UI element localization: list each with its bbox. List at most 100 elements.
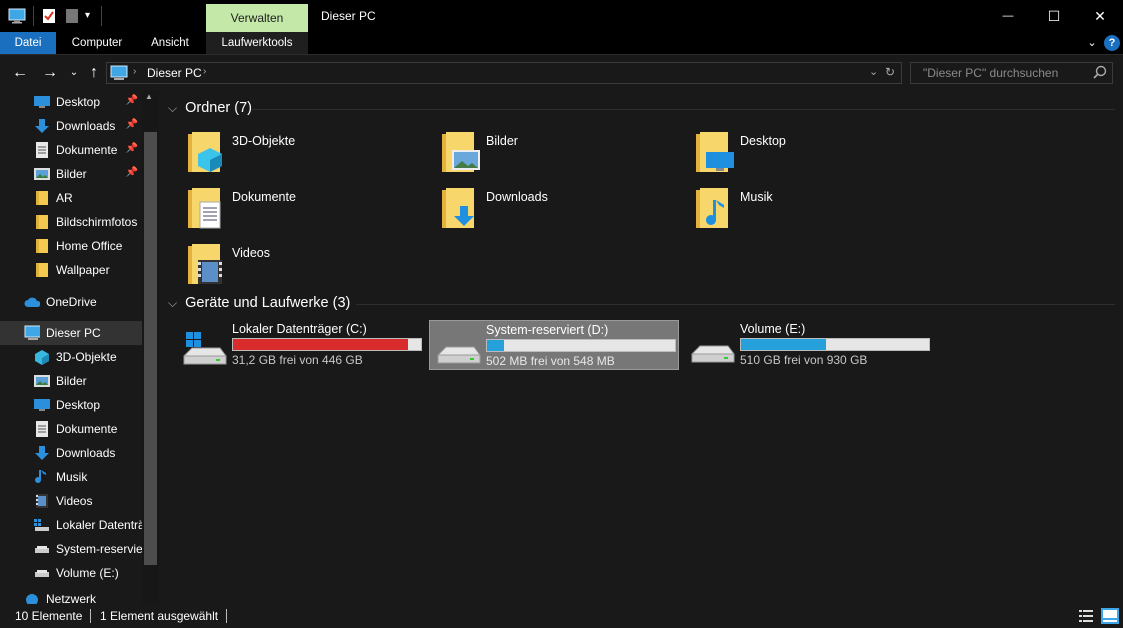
drive-e[interactable]: Volume (E:) 510 GB frei von 930 GB [684, 320, 934, 370]
tab-datei[interactable]: Datei [0, 32, 56, 54]
sidebar-item-drive-e[interactable]: Volume (E:) [0, 561, 142, 585]
breadcrumb-item[interactable]: Dieser PC [147, 66, 202, 80]
sidebar-item-label: Videos [56, 494, 93, 508]
sidebar-item-bildschirmfotos[interactable]: Bildschirmfotos [0, 210, 142, 234]
sidebar-item-label: Bilder [56, 374, 87, 388]
customize-quick-access-icon[interactable]: ▾ [85, 10, 90, 26]
breadcrumb-chevron-icon[interactable]: › [203, 66, 206, 77]
pictures-icon [34, 166, 50, 182]
computer-icon [110, 65, 128, 84]
group-header-geraete[interactable]: ⌵ Geräte und Laufwerke (3) [168, 295, 350, 311]
folder-musik[interactable]: Musik [694, 186, 944, 238]
navigation-pane: Desktop 📌 Downloads 📌 Dokumente 📌 Bilder… [0, 90, 159, 604]
forward-arrow-icon[interactable]: → [40, 63, 60, 83]
properties-icon[interactable] [42, 8, 56, 24]
drive-usage-fill [487, 340, 504, 351]
sidebar-item-ar[interactable]: AR [0, 186, 142, 210]
drive-label: Lokaler Datenträger (C:) [232, 322, 367, 336]
documents-folder-icon [188, 188, 221, 229]
sidebar-item-desktop[interactable]: Desktop 📌 [0, 90, 142, 114]
maximize-button[interactable]: ☐ [1031, 0, 1077, 32]
drive-d[interactable]: System-reserviert (D:) 502 MB frei von 5… [429, 320, 679, 370]
sidebar-item-netzwerk[interactable]: Netzwerk [0, 592, 142, 604]
downloads-folder-icon [442, 188, 474, 228]
sidebar-item-label: Downloads [56, 119, 116, 133]
tab-laufwerktools[interactable]: Laufwerktools [210, 32, 304, 54]
sidebar-item-desktop[interactable]: Desktop [0, 393, 142, 417]
address-dropdown-icon[interactable]: ⌄ [869, 65, 878, 78]
folder-icon [34, 190, 50, 206]
tab-verwalten[interactable]: Verwalten [206, 4, 308, 32]
group-divider [252, 109, 1115, 110]
scrollbar-thumb[interactable] [144, 132, 157, 565]
sidebar-item-wallpaper[interactable]: Wallpaper [0, 258, 142, 282]
search-input[interactable]: "Dieser PC" durchsuchen [910, 62, 1113, 84]
group-header-ordner[interactable]: ⌵ Ordner (7) [168, 100, 252, 116]
pin-icon[interactable]: 📌 [126, 95, 138, 106]
download-icon [34, 118, 50, 134]
sidebar-item-drive-c[interactable]: Lokaler Datenträger (C:) [0, 513, 142, 537]
new-folder-icon[interactable] [65, 8, 79, 24]
sidebar-item-videos[interactable]: Videos [0, 489, 142, 513]
back-arrow-icon[interactable]: ← [10, 63, 30, 83]
collapse-ribbon-icon[interactable]: ⌄ [1084, 32, 1100, 54]
sidebar-item-label: OneDrive [46, 295, 97, 309]
sidebar-item-musik[interactable]: Musik [0, 465, 142, 489]
scroll-up-icon[interactable]: ▲ [145, 92, 153, 101]
group-title: Ordner (7) [185, 100, 252, 116]
drive-label: Volume (E:) [740, 322, 806, 336]
folder-icon [34, 238, 50, 254]
content-pane: ⌵ Ordner (7) 3D-Objekte Bilder Desktop D… [160, 90, 1123, 604]
tab-ansicht[interactable]: Ansicht [140, 32, 200, 54]
folder-3d-objekte[interactable]: 3D-Objekte [186, 130, 436, 182]
folder-label: Musik [740, 190, 773, 204]
drive-free-space: 31,2 GB frei von 446 GB [232, 353, 363, 367]
folder-downloads[interactable]: Downloads [440, 186, 690, 238]
chevron-down-icon: ⌵ [168, 100, 178, 115]
pin-icon[interactable]: 📌 [126, 119, 138, 130]
sidebar-item-3d-objekte[interactable]: 3D-Objekte [0, 345, 142, 369]
large-icons-view-icon[interactable] [1101, 608, 1119, 627]
help-icon[interactable]: ? [1104, 35, 1120, 51]
breadcrumb-chevron-icon[interactable]: › [133, 66, 136, 77]
search-placeholder: "Dieser PC" durchsuchen [923, 66, 1059, 80]
sidebar-item-dokumente[interactable]: Dokumente [0, 417, 142, 441]
computer-icon[interactable] [8, 8, 26, 24]
recent-locations-chevron-icon[interactable]: ⌄ [64, 63, 84, 83]
pin-icon[interactable]: 📌 [126, 167, 138, 178]
sidebar-item-drive-d[interactable]: System-reserviert (D:) [0, 537, 142, 561]
drive-c[interactable]: Lokaler Datenträger (C:) 31,2 GB frei vo… [176, 320, 426, 370]
sidebar-item-label: Musik [56, 470, 88, 484]
folder-bilder[interactable]: Bilder [440, 130, 690, 182]
sidebar-item-label: Downloads [56, 446, 116, 460]
sidebar-item-dieser-pc[interactable]: Dieser PC [0, 321, 142, 345]
3d-objects-folder-icon [188, 132, 222, 172]
folder-dokumente[interactable]: Dokumente [186, 186, 436, 238]
sidebar-item-downloads[interactable]: Downloads [0, 441, 142, 465]
address-bar[interactable]: › Dieser PC › ⌄ ↻ [106, 62, 902, 84]
sidebar-item-label: Desktop [56, 398, 101, 412]
folder-desktop[interactable]: Desktop [694, 130, 944, 182]
drive-free-space: 510 GB frei von 930 GB [740, 353, 868, 367]
download-icon [34, 445, 50, 461]
folder-videos[interactable]: Videos [186, 242, 436, 294]
sidebar-item-home-office[interactable]: Home Office [0, 234, 142, 258]
close-button[interactable]: ✕ [1077, 0, 1123, 32]
sidebar-item-label: Dokumente [56, 422, 118, 436]
sidebar-item-label: Bildschirmfotos [56, 215, 138, 229]
refresh-icon[interactable]: ↻ [885, 65, 895, 79]
up-arrow-icon[interactable]: ↑ [84, 63, 104, 83]
sidebar-item-dokumente[interactable]: Dokumente 📌 [0, 138, 142, 162]
sidebar-item-label: Volume (E:) [56, 566, 119, 580]
document-icon [34, 421, 50, 437]
tab-computer[interactable]: Computer [64, 32, 130, 54]
minimize-button[interactable]: — [985, 0, 1031, 32]
sidebar-item-bilder[interactable]: Bilder [0, 369, 142, 393]
sidebar-scrollbar[interactable]: ▲ [142, 90, 159, 604]
details-view-icon[interactable] [1078, 608, 1094, 627]
sidebar-item-downloads[interactable]: Downloads 📌 [0, 114, 142, 138]
sidebar-item-onedrive[interactable]: OneDrive [0, 290, 142, 314]
status-separator [90, 609, 91, 623]
pin-icon[interactable]: 📌 [126, 143, 138, 154]
sidebar-item-bilder[interactable]: Bilder 📌 [0, 162, 142, 186]
